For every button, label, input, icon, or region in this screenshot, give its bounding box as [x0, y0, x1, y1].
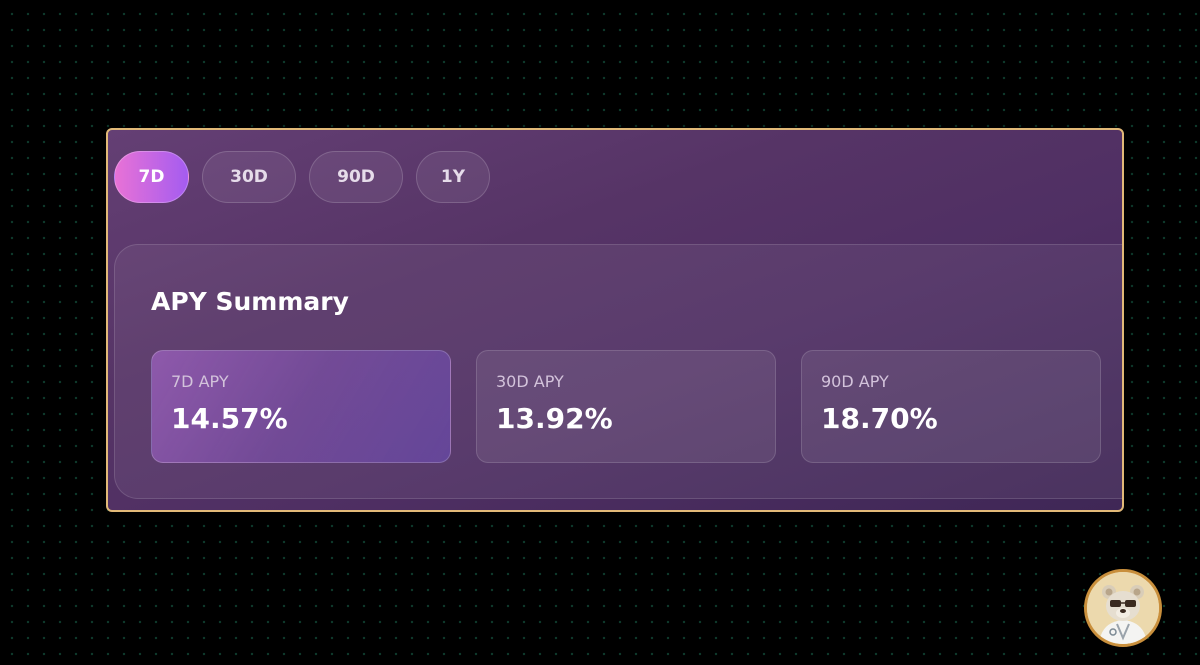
apy-card-30d: 30D APY 13.92%: [476, 350, 776, 463]
tab-30d[interactable]: 30D: [202, 151, 296, 203]
apy-summary-section: APY Summary 7D APY 14.57% 30D APY 13.92%…: [114, 244, 1122, 499]
apy-card-label: 90D APY: [821, 372, 889, 391]
period-tabs: 7D 30D 90D 1Y: [114, 151, 490, 203]
apy-card-value: 13.92%: [496, 402, 613, 435]
apy-card-label: 30D APY: [496, 372, 564, 391]
apy-card-7d: 7D APY 14.57%: [151, 350, 451, 463]
tab-7d[interactable]: 7D: [114, 151, 189, 203]
bear-avatar-icon[interactable]: [1084, 569, 1162, 647]
apy-card-value: 14.57%: [171, 402, 288, 435]
tab-90d[interactable]: 90D: [309, 151, 403, 203]
tab-1y[interactable]: 1Y: [416, 151, 490, 203]
apy-card-label: 7D APY: [171, 372, 229, 391]
apy-card-90d: 90D APY 18.70%: [801, 350, 1101, 463]
apy-summary-title: APY Summary: [151, 287, 349, 316]
apy-panel: 7D 30D 90D 1Y APY Summary 7D APY 14.57% …: [106, 128, 1124, 512]
apy-card-value: 18.70%: [821, 402, 938, 435]
bear-avatar-graphic: [1087, 572, 1159, 644]
apy-cards: 7D APY 14.57% 30D APY 13.92% 90D APY 18.…: [151, 350, 1101, 463]
